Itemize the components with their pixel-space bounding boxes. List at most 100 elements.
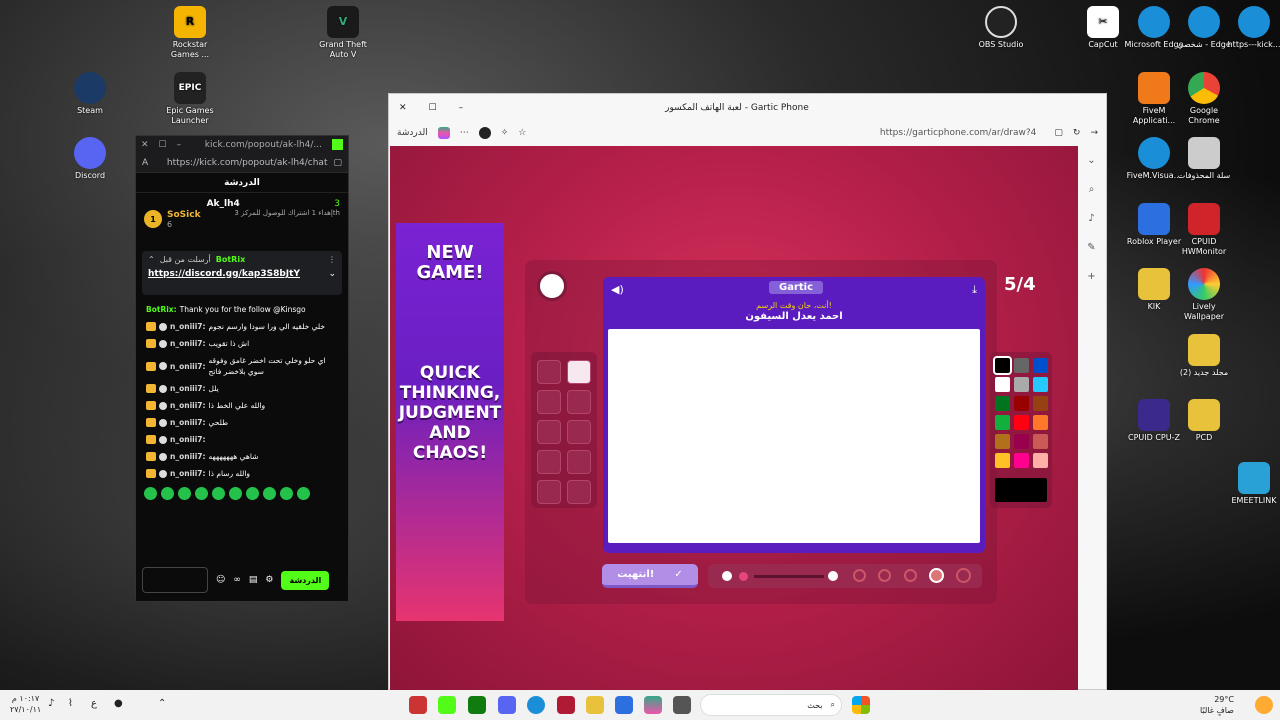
emote-icon[interactable] [263,487,276,500]
color-swatch[interactable] [994,453,1010,468]
volume-icon[interactable]: ♪ [48,698,54,709]
maximize-icon[interactable]: ☐ [159,140,167,150]
desktop-icon-new-folder[interactable]: مجلد جديد (2) [1174,334,1234,378]
advertisement-banner[interactable]: NEW GAME! QUICK THINKING, JUDGMENT AND C… [396,223,504,621]
volume-icon[interactable]: ♪ [1088,213,1094,224]
language-indicator[interactable]: ع [91,698,97,709]
download-icon[interactable]: ⤓ [972,283,977,297]
message-user[interactable]: n_oniii7: [170,361,206,372]
desktop-icon-chrome[interactable]: Google Chrome [1174,72,1234,126]
pinned-message[interactable]: ⌃ أرسلت من قبل BotRix ⋮ https://discord.gg/… [142,251,342,295]
close-icon[interactable]: ✕ [141,140,149,150]
emote-icon[interactable] [178,487,191,500]
desktop-icon-epic[interactable]: EPIC Epic Games Launcher [160,72,220,126]
chevron-up-icon[interactable]: ⌃ [158,698,166,709]
refresh-icon[interactable]: ↻ [1073,128,1081,138]
rectangle-fill-tool[interactable] [567,420,591,444]
desktop-icon-lively[interactable]: Lively Wallpaper [1174,268,1234,322]
forward-arrow-icon[interactable]: → [1090,128,1098,138]
emote-icon[interactable] [161,487,174,500]
send-chat-button[interactable]: الدردشة [281,570,330,590]
line-tool[interactable] [567,450,591,474]
kick-taskbar-icon[interactable] [438,696,456,714]
pinned-link[interactable]: https://discord.gg/kap3S8bJtY [148,269,300,279]
message-user[interactable]: n_oniii7: [170,434,206,445]
copilot-icon[interactable] [437,127,450,139]
desktop-icon-recycle-bin[interactable]: سلة المحذوفات [1174,137,1234,181]
minimize-icon[interactable]: – [177,140,182,150]
color-swatch[interactable] [1013,415,1029,430]
eraser-tool[interactable] [537,360,561,384]
opacity-slider-handle[interactable] [739,572,748,581]
browser-url-bar[interactable]: https://garticphone.com/ar/draw?4 [536,128,1044,138]
desktop-icon-gta[interactable]: V Grand Theft Auto V [313,6,373,60]
message-user[interactable]: n_oniii7: [170,338,206,349]
chevron-down-icon[interactable]: ⌄ [328,269,336,279]
microphone-icon[interactable]: ● [114,698,123,709]
message-user[interactable]: n_oniii7: [170,400,206,411]
chevron-down-icon[interactable]: ⌄ [1087,155,1095,166]
opacity-slider-track[interactable] [754,575,824,578]
infinity-icon[interactable]: ∞ [233,575,241,585]
brush-size-4[interactable] [929,568,944,583]
desktop-icon-emeetlink[interactable]: EMEETLINK [1224,462,1280,506]
emote-icon[interactable] [280,487,293,500]
browser-profile-label[interactable]: الدردشة [397,128,428,138]
emote-icon[interactable] [195,487,208,500]
brush-size-small[interactable] [722,571,732,581]
color-swatch[interactable] [1013,434,1029,449]
desktop-icon-steam[interactable]: Steam [60,72,120,116]
brush-size-3[interactable] [904,569,917,582]
message-user[interactable]: BotRix: [146,304,177,315]
search-icon[interactable]: ⌕ [1089,184,1095,195]
drawing-canvas[interactable] [608,329,980,543]
color-swatch[interactable] [1032,377,1048,392]
desktop-icon-pcd[interactable]: PCD [1174,399,1234,443]
desktop-icon-kick[interactable]: https---kick... [1224,6,1280,50]
emote-icon[interactable] [212,487,225,500]
redo-tool[interactable] [567,480,591,504]
discord-taskbar-icon[interactable] [498,696,516,714]
leaderboard-streamer[interactable]: Ak_lh4 3 إهداء 1 اشتراك للوصول للمركز 3th [207,199,340,239]
color-swatch[interactable] [1013,358,1029,373]
color-swatch[interactable] [1032,434,1048,449]
store-icon[interactable]: ▤ [249,575,258,585]
emote-icon[interactable] [144,487,157,500]
edge-taskbar-icon[interactable] [527,696,545,714]
color-swatch[interactable] [994,396,1010,411]
color-swatch[interactable] [1032,453,1048,468]
emote-icon[interactable] [229,487,242,500]
message-user[interactable]: n_oniii7: [170,451,206,462]
undo-tool[interactable] [537,480,561,504]
message-user[interactable]: n_oniii7: [170,321,206,332]
extensions-icon[interactable]: ✧ [501,128,509,138]
leaderboard-top-user[interactable]: 1 SoSick 6 [144,199,201,239]
more-icon[interactable]: ⋯ [460,128,469,138]
ellipse-fill-tool[interactable] [537,420,561,444]
add-icon[interactable]: + [1087,271,1095,282]
color-swatch[interactable] [1032,358,1048,373]
message-user[interactable]: n_oniii7: [170,383,206,394]
desktop-icon-discord[interactable]: Discord [60,137,120,181]
terminal-taskbar-icon[interactable] [673,696,691,714]
sidebar-edit-icon[interactable]: ✎ [1087,242,1095,253]
taskbar-app-icon[interactable] [409,696,427,714]
volume-icon[interactable]: ◀) [611,283,624,296]
clock[interactable]: ١٠:١٧ م ٢٧/١٠/١١ [10,693,41,715]
extension-icon[interactable] [478,127,491,139]
fill-bucket-tool[interactable] [537,450,561,474]
brush-size-2[interactable] [878,569,891,582]
taskbar-search[interactable]: بحث ⌕ [700,694,842,716]
opacity-slider-max[interactable] [828,571,838,581]
desktop-icon-rockstar[interactable]: R Rockstar Games ... [160,6,220,60]
ellipse-outline-tool[interactable] [537,390,561,414]
color-swatch[interactable] [992,356,1012,375]
color-swatch[interactable] [1013,396,1029,411]
store-taskbar-icon[interactable] [615,696,633,714]
close-icon[interactable]: ✕ [399,103,407,113]
xbox-taskbar-icon[interactable] [468,696,486,714]
color-swatch[interactable] [994,415,1010,430]
emote-icon[interactable] [297,487,310,500]
maximize-icon[interactable]: ☐ [429,103,437,113]
message-user[interactable]: n_oniii7: [170,468,206,479]
